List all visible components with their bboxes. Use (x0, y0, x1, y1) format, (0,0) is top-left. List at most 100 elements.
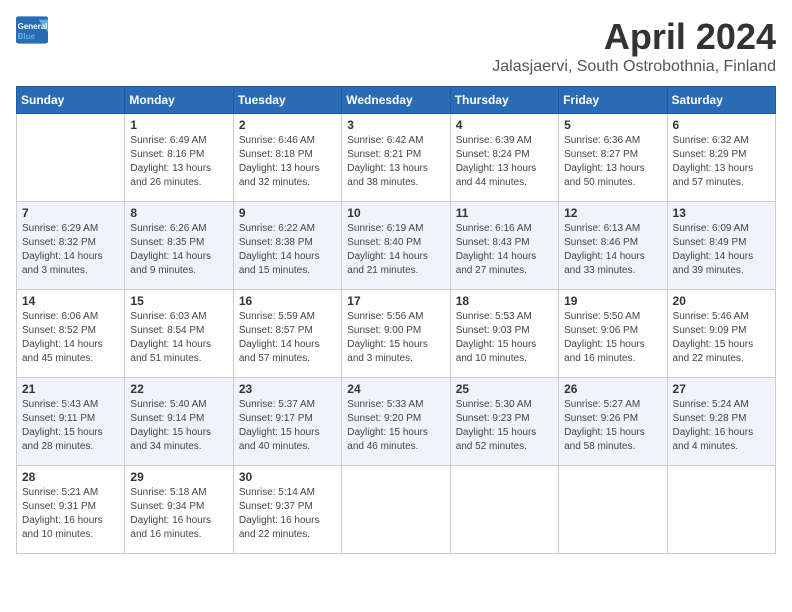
calendar-cell: 26 Sunrise: 5:27 AMSunset: 9:26 PMDayligh… (559, 378, 667, 466)
day-info: Sunrise: 5:46 AMSunset: 9:09 PMDaylight:… (673, 310, 770, 366)
calendar-cell: 15 Sunrise: 6:03 AMSunset: 8:54 PMDayligh… (125, 290, 233, 378)
day-info: Sunrise: 6:42 AMSunset: 8:21 PMDaylight:… (347, 134, 444, 190)
day-info: Sunrise: 5:21 AMSunset: 9:31 PMDaylight:… (22, 486, 119, 542)
day-info: Sunrise: 6:16 AMSunset: 8:43 PMDaylight:… (456, 222, 553, 278)
calendar-week-row: 14 Sunrise: 6:06 AMSunset: 8:52 PMDayligh… (17, 290, 776, 378)
day-info: Sunrise: 5:27 AMSunset: 9:26 PMDaylight:… (564, 398, 661, 454)
day-number: 13 (673, 206, 770, 220)
weekday-header-saturday: Saturday (667, 87, 775, 114)
calendar-cell: 9 Sunrise: 6:22 AMSunset: 8:38 PMDaylight… (233, 202, 341, 290)
day-number: 28 (22, 470, 119, 484)
calendar-cell: 29Sunrise: 5:18 AMSunset: 9:34 PMDayligh… (125, 466, 233, 554)
calendar-week-row: 28 Sunrise: 5:21 AMSunset: 9:31 PMDayligh… (17, 466, 776, 554)
day-number: 21 (22, 382, 119, 396)
weekday-header-sunday: Sunday (17, 87, 125, 114)
calendar-cell: 1 Sunrise: 6:49 AMSunset: 8:16 PMDaylight… (125, 114, 233, 202)
weekday-header-row: SundayMondayTuesdayWednesdayThursdayFrid… (17, 87, 776, 114)
day-info: Sunrise: 5:24 AMSunset: 9:28 PMDaylight:… (673, 398, 770, 454)
day-number: 25 (456, 382, 553, 396)
calendar-cell (17, 114, 125, 202)
day-number: 15 (130, 294, 227, 308)
calendar-table: SundayMondayTuesdayWednesdayThursdayFrid… (16, 86, 776, 554)
day-info: Sunrise: 5:18 AMSunset: 9:34 PMDaylight:… (130, 486, 227, 542)
day-number: 19 (564, 294, 661, 308)
weekday-header-thursday: Thursday (450, 87, 558, 114)
calendar-cell (559, 466, 667, 554)
calendar-cell: 2Sunrise: 6:46 AMSunset: 8:18 PMDaylight… (233, 114, 341, 202)
weekday-header-friday: Friday (559, 87, 667, 114)
calendar-cell: 25 Sunrise: 5:30 AMSunset: 9:23 PMDayligh… (450, 378, 558, 466)
day-info: Sunrise: 6:29 AMSunset: 8:32 PMDaylight:… (22, 222, 119, 278)
title-area: April 2024 Jalasjaervi, South Ostrobothn… (492, 16, 776, 76)
calendar-week-row: 7 Sunrise: 6:29 AMSunset: 8:32 PMDaylight… (17, 202, 776, 290)
day-number: 18 (456, 294, 553, 308)
calendar-cell: 3 Sunrise: 6:42 AMSunset: 8:21 PMDaylight… (342, 114, 450, 202)
day-number: 17 (347, 294, 444, 308)
day-number: 27 (673, 382, 770, 396)
weekday-header-wednesday: Wednesday (342, 87, 450, 114)
calendar-cell: 14 Sunrise: 6:06 AMSunset: 8:52 PMDayligh… (17, 290, 125, 378)
day-number: 22 (130, 382, 227, 396)
day-info: Sunrise: 5:53 AMSunset: 9:03 PMDaylight:… (456, 310, 553, 366)
day-number: 24 (347, 382, 444, 396)
calendar-cell: 7 Sunrise: 6:29 AMSunset: 8:32 PMDaylight… (17, 202, 125, 290)
header: General Blue April 2024 Jalasjaervi, Sou… (16, 16, 776, 76)
day-number: 1 (130, 118, 227, 132)
calendar-cell: 17Sunrise: 5:56 AMSunset: 9:00 PMDayligh… (342, 290, 450, 378)
day-info: Sunrise: 6:09 AMSunset: 8:49 PMDaylight:… (673, 222, 770, 278)
day-info: Sunrise: 6:13 AMSunset: 8:46 PMDaylight:… (564, 222, 661, 278)
day-number: 16 (239, 294, 336, 308)
day-number: 4 (456, 118, 553, 132)
calendar-cell: 27 Sunrise: 5:24 AMSunset: 9:28 PMDayligh… (667, 378, 775, 466)
calendar-cell: 13 Sunrise: 6:09 AMSunset: 8:49 PMDayligh… (667, 202, 775, 290)
day-number: 9 (239, 206, 336, 220)
day-info: Sunrise: 5:33 AMSunset: 9:20 PMDaylight:… (347, 398, 444, 454)
month-title: April 2024 (492, 16, 776, 58)
svg-text:Blue: Blue (18, 32, 36, 41)
day-info: Sunrise: 5:40 AMSunset: 9:14 PMDaylight:… (130, 398, 227, 454)
calendar-cell: 5 Sunrise: 6:36 AMSunset: 8:27 PMDaylight… (559, 114, 667, 202)
day-number: 26 (564, 382, 661, 396)
day-info: Sunrise: 5:59 AMSunset: 8:57 PMDaylight:… (239, 310, 336, 366)
day-info: Sunrise: 6:03 AMSunset: 8:54 PMDaylight:… (130, 310, 227, 366)
logo: General Blue (16, 16, 48, 44)
day-number: 2 (239, 118, 336, 132)
day-info: Sunrise: 5:30 AMSunset: 9:23 PMDaylight:… (456, 398, 553, 454)
day-number: 7 (22, 206, 119, 220)
day-number: 5 (564, 118, 661, 132)
day-info: Sunrise: 5:14 AMSunset: 9:37 PMDaylight:… (239, 486, 336, 542)
calendar-cell: 28 Sunrise: 5:21 AMSunset: 9:31 PMDayligh… (17, 466, 125, 554)
day-number: 8 (130, 206, 227, 220)
day-info: Sunrise: 6:06 AMSunset: 8:52 PMDaylight:… (22, 310, 119, 366)
day-number: 20 (673, 294, 770, 308)
calendar-cell (667, 466, 775, 554)
day-info: Sunrise: 6:22 AMSunset: 8:38 PMDaylight:… (239, 222, 336, 278)
calendar-cell: 19Sunrise: 5:50 AMSunset: 9:06 PMDayligh… (559, 290, 667, 378)
day-number: 30 (239, 470, 336, 484)
day-info: Sunrise: 5:43 AMSunset: 9:11 PMDaylight:… (22, 398, 119, 454)
day-info: Sunrise: 6:26 AMSunset: 8:35 PMDaylight:… (130, 222, 227, 278)
day-info: Sunrise: 6:39 AMSunset: 8:24 PMDaylight:… (456, 134, 553, 190)
day-number: 11 (456, 206, 553, 220)
day-number: 23 (239, 382, 336, 396)
calendar-cell: 24 Sunrise: 5:33 AMSunset: 9:20 PMDayligh… (342, 378, 450, 466)
location-subtitle: Jalasjaervi, South Ostrobothnia, Finland (492, 58, 776, 76)
calendar-cell: 18 Sunrise: 5:53 AMSunset: 9:03 PMDayligh… (450, 290, 558, 378)
day-info: Sunrise: 6:49 AMSunset: 8:16 PMDaylight:… (130, 134, 227, 190)
calendar-cell: 30 Sunrise: 5:14 AMSunset: 9:37 PMDayligh… (233, 466, 341, 554)
day-info: Sunrise: 5:37 AMSunset: 9:17 PMDaylight:… (239, 398, 336, 454)
svg-text:General: General (18, 22, 48, 31)
weekday-header-tuesday: Tuesday (233, 87, 341, 114)
calendar-cell: 22 Sunrise: 5:40 AMSunset: 9:14 PMDayligh… (125, 378, 233, 466)
day-info: Sunrise: 6:36 AMSunset: 8:27 PMDaylight:… (564, 134, 661, 190)
calendar-week-row: 1 Sunrise: 6:49 AMSunset: 8:16 PMDaylight… (17, 114, 776, 202)
day-number: 14 (22, 294, 119, 308)
day-info: Sunrise: 6:19 AMSunset: 8:40 PMDaylight:… (347, 222, 444, 278)
day-number: 3 (347, 118, 444, 132)
calendar-cell: 20 Sunrise: 5:46 AMSunset: 9:09 PMDayligh… (667, 290, 775, 378)
calendar-cell (342, 466, 450, 554)
calendar-cell: 16 Sunrise: 5:59 AMSunset: 8:57 PMDayligh… (233, 290, 341, 378)
calendar-cell: 11 Sunrise: 6:16 AMSunset: 8:43 PMDayligh… (450, 202, 558, 290)
calendar-cell: 6Sunrise: 6:32 AMSunset: 8:29 PMDaylight… (667, 114, 775, 202)
calendar-cell (450, 466, 558, 554)
